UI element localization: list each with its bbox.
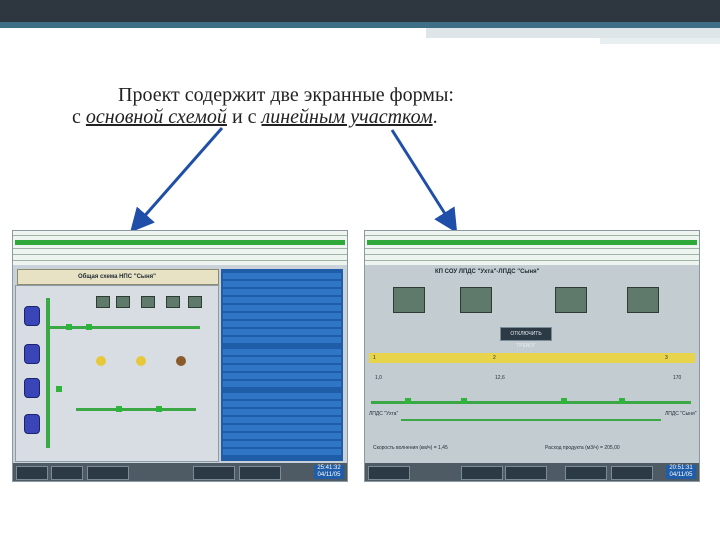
speed-readout: Скорость волнения (км/ч) = 1,45	[373, 445, 448, 451]
footer-button[interactable]	[193, 466, 235, 480]
slide-top-notch	[426, 28, 720, 38]
valve-icon[interactable]	[461, 398, 467, 404]
slide-top-bar	[0, 0, 720, 44]
unmask-button[interactable]: ОТКЛЮЧИТЬ ТРЕВОГ	[500, 327, 552, 349]
main-scheme-footer: 25:41:32 04/11/05	[13, 463, 347, 481]
marker-1: 1	[373, 355, 376, 361]
slide-top-notch-small	[600, 38, 720, 44]
main-scheme-screenshot[interactable]: Общая схема НПС "Сыня" 25:41:32 04/11/05	[12, 230, 348, 482]
valve-icon[interactable]	[561, 398, 567, 404]
pump-unit-icon[interactable]	[188, 296, 202, 308]
footer-button[interactable]	[239, 466, 281, 480]
pump-unit-icon[interactable]	[116, 296, 130, 308]
alarm-table	[365, 231, 699, 265]
tank-icon[interactable]	[24, 306, 40, 326]
clock-display: 25:41:32 04/11/05	[314, 465, 344, 479]
km-right: 170	[673, 375, 682, 381]
clock-time: 25:41:32	[317, 465, 341, 471]
footer-button[interactable]	[87, 466, 129, 480]
caption-line-2: с основной схемой и с линейным участком.	[72, 106, 438, 129]
pump-icon[interactable]	[136, 356, 146, 366]
caption-prefix: с	[72, 106, 86, 128]
pump-icon[interactable]	[96, 356, 106, 366]
pump-icon[interactable]	[176, 356, 186, 366]
tank-icon[interactable]	[24, 378, 40, 398]
footer-button[interactable]	[611, 466, 653, 480]
parameters-panel	[221, 269, 343, 461]
scheme-area	[15, 285, 219, 462]
linear-section-link[interactable]: линейным участком	[262, 106, 433, 128]
main-scheme-link[interactable]: основной схемой	[86, 106, 227, 128]
km-mid: 12,6	[495, 375, 505, 381]
station-unit-icon[interactable]	[393, 287, 425, 313]
scheme-title-panel: Общая схема НПС "Сыня"	[17, 269, 219, 285]
tank-icon[interactable]	[24, 414, 40, 434]
main-pipeline	[371, 401, 691, 404]
valve-icon[interactable]	[86, 324, 92, 330]
caption-suffix: .	[432, 106, 438, 128]
pump-unit-icon[interactable]	[166, 296, 180, 308]
arrow-to-linear-section	[390, 129, 458, 234]
km-left: 1,0	[375, 375, 382, 381]
footer-button[interactable]	[505, 466, 547, 480]
linear-section-body: КП СОУ ЛПДС "Ухта"-ЛПДС "Сыня" ОТКЛЮЧИТЬ…	[365, 267, 699, 463]
footer-button[interactable]	[461, 466, 503, 480]
station-unit-icon[interactable]	[555, 287, 587, 313]
main-scheme-body: Общая схема НПС "Сыня"	[13, 267, 347, 463]
pipe	[76, 408, 196, 411]
pipe	[46, 298, 50, 448]
right-station-label: ЛПДС "Сыня"	[665, 411, 697, 417]
caption-mid: и с	[226, 106, 262, 128]
valve-icon[interactable]	[619, 398, 625, 404]
valve-icon[interactable]	[116, 406, 122, 412]
scheme-title: Общая схема НПС "Сыня"	[78, 274, 156, 280]
left-station-label: ЛПДС "Ухта"	[369, 411, 399, 417]
pump-unit-icon[interactable]	[141, 296, 155, 308]
pump-unit-icon[interactable]	[96, 296, 110, 308]
section-bar	[369, 353, 695, 363]
pipe	[50, 326, 200, 329]
valve-icon[interactable]	[405, 398, 411, 404]
footer-button[interactable]	[565, 466, 607, 480]
linear-section-screenshot[interactable]: КП СОУ ЛПДС "Ухта"-ЛПДС "Сыня" ОТКЛЮЧИТЬ…	[364, 230, 700, 482]
marker-3: 3	[665, 355, 668, 361]
alarm-table	[13, 231, 347, 265]
arrow-to-main-scheme	[130, 127, 224, 233]
caption-line-1: Проект содержит две экранные формы:	[118, 84, 454, 106]
valve-icon[interactable]	[156, 406, 162, 412]
linear-title: КП СОУ ЛПДС "Ухта"-ЛПДС "Сыня"	[435, 269, 540, 275]
footer-button[interactable]	[16, 466, 48, 480]
footer-button[interactable]	[368, 466, 410, 480]
valve-icon[interactable]	[66, 324, 72, 330]
station-unit-icon[interactable]	[460, 287, 492, 313]
tank-icon[interactable]	[24, 344, 40, 364]
linear-section-footer: 20:51:31 04/11/05	[365, 463, 699, 481]
footer-button[interactable]	[51, 466, 83, 480]
clock-date: 04/11/05	[669, 472, 693, 478]
station-unit-icon[interactable]	[627, 287, 659, 313]
clock-date: 04/11/05	[317, 472, 341, 478]
marker-2: 2	[493, 355, 496, 361]
flow-readout: Расход продукта (м3/ч) = 205,00	[545, 445, 620, 451]
bypass-pipeline	[401, 419, 661, 421]
clock-time: 20:51:31	[669, 465, 693, 471]
clock-display: 20:51:31 04/11/05	[666, 465, 696, 479]
valve-icon[interactable]	[56, 386, 62, 392]
